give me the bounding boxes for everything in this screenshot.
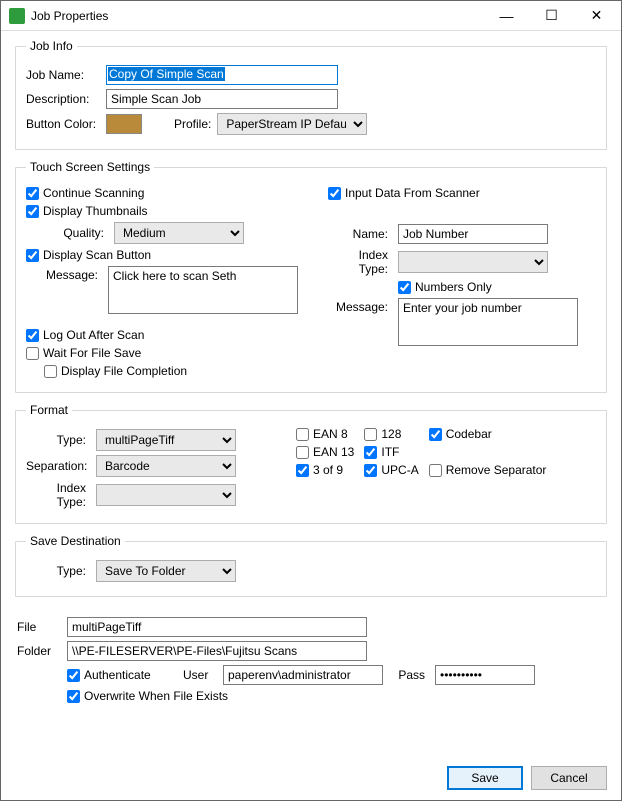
3of9-checkbox[interactable] [296,464,309,477]
wait-file-save-label: Wait For File Save [43,346,141,360]
description-input[interactable] [106,89,338,109]
codebar-checkbox[interactable] [429,428,442,441]
folder-input[interactable] [67,641,367,661]
barcode-options: EAN 8 128 Codebar EAN 13 ITF 3 of 9 UPC-… [296,425,546,513]
128-label: 128 [381,427,401,441]
user-input[interactable] [223,665,383,685]
quality-select[interactable]: Medium [114,222,244,244]
continue-scanning-checkbox[interactable] [26,187,39,200]
input-data-scanner-label: Input Data From Scanner [345,186,480,200]
format-type-label: Type: [26,433,90,447]
display-thumbnails-label: Display Thumbnails [43,204,148,218]
remove-separator-label: Remove Separator [446,463,547,477]
job-name-value: Copy Of Simple Scan [108,67,225,81]
description-label: Description: [26,92,100,106]
cancel-button[interactable]: Cancel [531,766,607,790]
display-scan-button-label: Display Scan Button [43,248,151,262]
save-dest-type-label: Type: [26,564,90,578]
display-thumbnails-checkbox[interactable] [26,205,39,218]
format-left: Type: multiPageTiff Separation: Barcode … [26,425,266,513]
dialog-button-bar: Save Cancel [1,760,621,800]
profile-select[interactable]: PaperStream IP Default [217,113,367,135]
itf-checkbox[interactable] [364,446,377,459]
close-icon: ✕ [591,7,603,24]
index-type-label: Index Type: [328,248,392,276]
display-scan-button-checkbox[interactable] [26,249,39,262]
file-input[interactable] [67,617,367,637]
display-file-completion-label: Display File Completion [61,364,187,378]
ean8-checkbox[interactable] [296,428,309,441]
format-group: Format Type: multiPageTiff Separation: B… [15,403,607,524]
close-button[interactable]: ✕ [574,2,619,30]
save-destination-group: Save Destination Type: Save To Folder [15,534,607,597]
pass-input[interactable] [435,665,535,685]
remove-separator-checkbox[interactable] [429,464,442,477]
format-index-type-label: Index Type: [26,481,90,509]
app-icon [9,8,25,24]
separation-label: Separation: [26,459,90,473]
authenticate-label: Authenticate [84,668,151,682]
maximize-icon: ☐ [545,7,558,24]
window-root: Job Properties — ☐ ✕ Job Info Job Name: … [0,0,622,801]
numbers-only-checkbox[interactable] [398,281,411,294]
user-label: User [183,668,217,682]
format-type-select[interactable]: multiPageTiff [96,429,236,451]
continue-scanning-label: Continue Scanning [43,186,144,200]
ean13-label: EAN 13 [313,445,354,459]
name-label: Name: [328,227,392,241]
authenticate-checkbox[interactable] [67,669,80,682]
button-color-label: Button Color: [26,117,100,131]
input-data-scanner-checkbox[interactable] [328,187,341,200]
button-color-swatch[interactable] [106,114,142,134]
overwrite-label: Overwrite When File Exists [84,689,228,703]
minimize-icon: — [500,8,514,24]
upca-label: UPC-A [381,463,418,477]
folder-label: Folder [17,644,61,658]
touch-right-col: Input Data From Scanner Name: Index Type… [328,182,596,382]
window-controls: — ☐ ✕ [484,2,619,30]
separation-select[interactable]: Barcode [96,455,236,477]
job-info-legend: Job Info [26,39,77,53]
job-info-group: Job Info Job Name: Copy Of Simple Scan D… [15,39,607,150]
minimize-button[interactable]: — [484,2,529,30]
quality-label: Quality: [44,226,108,240]
upca-checkbox[interactable] [364,464,377,477]
touch-legend: Touch Screen Settings [26,160,154,174]
scan-message-label: Message: [44,266,102,282]
save-button[interactable]: Save [447,766,523,790]
codebar-label: Codebar [446,427,492,441]
index-message-label: Message: [328,298,392,314]
pass-label: Pass [389,668,429,682]
titlebar: Job Properties — ☐ ✕ [1,1,621,31]
3of9-label: 3 of 9 [313,463,343,477]
ean13-checkbox[interactable] [296,446,309,459]
128-checkbox[interactable] [364,428,377,441]
index-message-input[interactable]: Enter your job number [398,298,578,346]
numbers-only-label: Numbers Only [415,280,492,294]
scan-message-input[interactable]: Click here to scan Seth [108,266,298,314]
touch-left-col: Continue Scanning Display Thumbnails Qua… [26,182,298,382]
format-index-type-select[interactable] [96,484,236,506]
file-label: File [17,620,61,634]
touch-settings-group: Touch Screen Settings Continue Scanning … [15,160,607,393]
itf-label: ITF [381,445,399,459]
overwrite-checkbox[interactable] [67,690,80,703]
format-legend: Format [26,403,72,417]
dialog-body: Job Info Job Name: Copy Of Simple Scan D… [1,31,621,760]
ean8-label: EAN 8 [313,427,348,441]
save-dest-legend: Save Destination [26,534,125,548]
job-name-label: Job Name: [26,68,100,82]
profile-label: Profile: [174,117,211,131]
display-file-completion-checkbox[interactable] [44,365,57,378]
save-fields: File Folder Authenticate User Pass Overw… [15,607,607,707]
wait-file-save-checkbox[interactable] [26,347,39,360]
index-name-input[interactable] [398,224,548,244]
save-dest-type-select[interactable]: Save To Folder [96,560,236,582]
window-title: Job Properties [31,9,484,23]
index-type-select[interactable] [398,251,548,273]
job-name-input[interactable]: Copy Of Simple Scan [106,65,338,85]
logout-after-scan-label: Log Out After Scan [43,328,144,342]
logout-after-scan-checkbox[interactable] [26,329,39,342]
maximize-button[interactable]: ☐ [529,2,574,30]
